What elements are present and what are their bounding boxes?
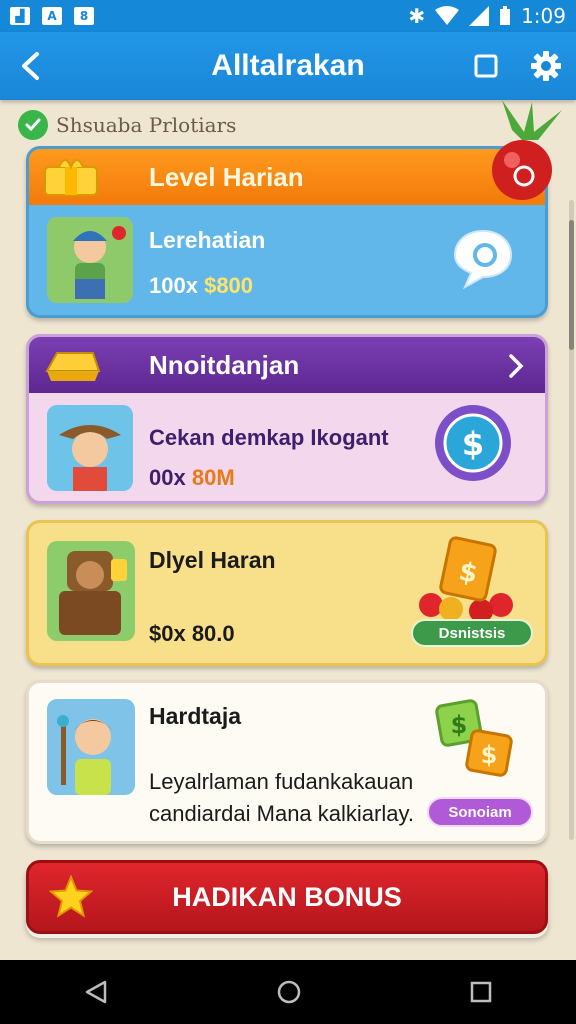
svg-text:$: $ [462,425,484,463]
chevron-left-icon [22,52,39,80]
nav-recents-icon[interactable] [469,980,493,1004]
card-stats: 00x 80M [149,465,235,491]
treasure-avatar [47,541,135,641]
dollar-badge-icon[interactable]: $ [431,401,515,485]
system-icons: ✱ 1:09 [408,4,566,28]
chevron-right-icon[interactable] [507,353,525,379]
system-nav-bar [0,960,576,1024]
square-icon [474,54,498,78]
card-description-line-2: candiardai Mana kalkiarlay. [149,801,414,826]
status-bar: ▟ A 8 ✱ 1:09 [0,0,576,32]
svg-text:$: $ [451,711,468,739]
gift-box-icon [44,159,98,196]
gold-bar-icon [45,352,101,381]
back-button[interactable] [0,32,60,100]
subheader-text: Shsuaba Prlotiars [56,113,237,137]
subheader: Shsuaba Prlotiars [18,110,236,140]
scrollbar[interactable] [569,200,574,840]
notification-icons: ▟ A 8 [10,7,94,25]
stat-multiplier: 100x [149,273,198,298]
card-title: Cekan demkap Ikogant [149,425,389,450]
checkmark-icon [18,110,48,140]
farmer-avatar [47,217,133,303]
nav-back-icon[interactable] [83,979,109,1005]
signal-icon [469,6,490,26]
tomato-decoration-icon [492,100,562,200]
gear-icon [531,51,561,81]
card-description-line-1: Leyalrlaman fudankakauan [149,769,414,794]
app-bar: Alltalrakan [0,32,576,100]
stat-amount: 80M [191,465,235,490]
battery-icon [500,6,511,25]
bonus-button[interactable]: HADIKAN BONUS [26,860,548,934]
image-notification-icon: ▟ [10,7,30,25]
scrollbar-thumb[interactable] [569,220,574,350]
card-badge[interactable]: Dsnistsis [411,619,533,647]
card-header-label: Nnoitdanjan [149,349,300,380]
chat-bubble-icon[interactable] [451,225,515,289]
card-header: Level Harian [29,149,545,205]
card-title: Dlyel Haran [149,547,276,573]
cowboy-avatar [47,405,133,491]
hardtaja-card[interactable]: Hardtaja Leyalrlaman fudankakauan candia… [26,680,548,844]
cash-cards-icon: $ $ [435,699,513,777]
card-value: $0x 80.0 [149,621,235,646]
nnoitdanjan-card[interactable]: Nnoitdanjan Cekan demkap Ikogant 00x 80M… [26,334,548,504]
card-badge[interactable]: Sonoiam [427,797,533,827]
settings-button[interactable] [516,32,576,100]
card-title: Lerehatian [149,227,266,253]
bonus-button-label: HADIKAN BONUS [172,881,402,912]
card-header-label: Level Harian [149,161,304,192]
card-title: Hardtaja [149,703,242,729]
fruit-pile-icon: $ [419,536,513,623]
svg-text:$: $ [481,741,498,769]
kid-avatar [47,699,135,795]
stat-amount: $800 [204,273,254,298]
dlyel-haran-card[interactable]: Dlyel Haran $0x 80.0 $ Dsnistsis [26,520,548,666]
bluetooth-icon: ✱ [408,4,426,28]
a-notification-icon: A [42,7,62,25]
card-header: Nnoitdanjan [29,337,545,393]
stat-multiplier: 00x [149,465,186,490]
page-title: Alltalrakan [211,49,365,82]
square-button[interactable] [456,32,516,100]
level-harian-card[interactable]: Level Harian Lerehatian 100x $800 [26,146,548,318]
card-stats: 100x $800 [149,273,253,299]
star-icon [49,875,93,918]
nav-home-icon[interactable] [276,979,302,1005]
wifi-icon [435,6,460,25]
status-time: 1:09 [521,4,566,28]
app-notification-icon: 8 [74,7,94,25]
